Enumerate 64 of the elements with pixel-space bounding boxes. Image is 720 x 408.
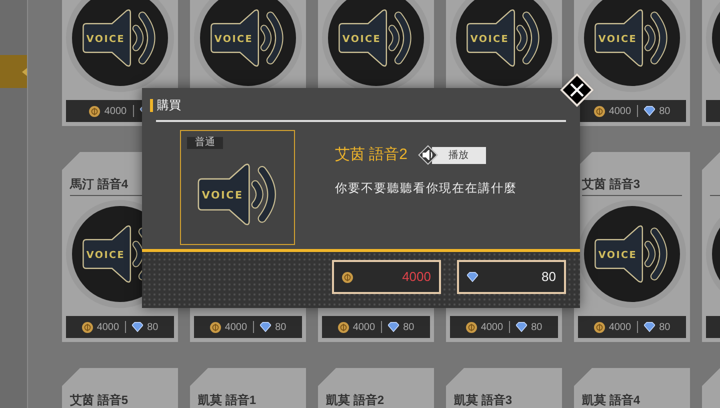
voice-card[interactable]: 凱莫 語音3 bbox=[446, 368, 562, 408]
speaker-icon bbox=[594, 9, 668, 67]
coin-icon bbox=[210, 322, 221, 332]
card-title: 艾茵 語音5 bbox=[70, 392, 128, 408]
voice-label: VOICE bbox=[470, 34, 509, 45]
gem-price: 80 bbox=[275, 320, 286, 334]
voice-card[interactable]: 凱莫 語音1 bbox=[190, 368, 306, 408]
close-icon bbox=[569, 82, 585, 98]
card-title: 凱莫 語音2 bbox=[326, 392, 384, 408]
gem-price: 80 bbox=[531, 320, 542, 334]
price-button[interactable]: 80 bbox=[457, 260, 566, 294]
voice-label: VOICE bbox=[598, 250, 637, 261]
voice-label: VOICE bbox=[214, 34, 253, 45]
gem-icon bbox=[388, 322, 400, 332]
gem-icon bbox=[132, 322, 144, 332]
voice-card[interactable]: 艾茵 語音5 bbox=[62, 368, 178, 408]
voice-card[interactable]: 凱莫 語音4 bbox=[574, 368, 690, 408]
gem-icon bbox=[644, 322, 656, 332]
coin-icon bbox=[342, 272, 353, 282]
coin-price: 4000 bbox=[224, 320, 248, 334]
coin-icon bbox=[89, 106, 100, 116]
coin-price: 4000 bbox=[352, 320, 376, 334]
item-name: 艾茵 語音2 bbox=[335, 145, 408, 165]
card-title: 凱莫 語音1 bbox=[198, 392, 256, 408]
gem-icon bbox=[644, 106, 656, 116]
card-title: 馬汀 語音4 bbox=[70, 176, 128, 193]
voice-label: VOICE bbox=[86, 250, 125, 261]
speaker-icon bbox=[210, 9, 284, 67]
gem-icon bbox=[516, 322, 528, 332]
coin-icon bbox=[338, 322, 349, 332]
coin-price: 4000 bbox=[608, 320, 632, 334]
dialog-title: 購買 bbox=[157, 97, 181, 114]
voice-label: VOICE bbox=[598, 34, 637, 45]
card-title: 艾茵 語音3 bbox=[582, 176, 640, 193]
voice-label: VOICE bbox=[201, 190, 243, 202]
gem-price: 80 bbox=[147, 320, 158, 334]
coin-icon bbox=[594, 322, 605, 332]
gem-price: 80 bbox=[403, 320, 414, 334]
coin-price: 4000 bbox=[96, 320, 120, 334]
voice-label: VOICE bbox=[342, 34, 381, 45]
speaker-icon bbox=[338, 9, 412, 67]
voice-label: VOICE bbox=[86, 34, 125, 45]
voice-card[interactable]: VOICE 4000 80 bbox=[574, 0, 690, 126]
gem-price: 80 bbox=[659, 104, 670, 118]
voice-card[interactable]: 艾茵 語音3 VOICE 4000 80 bbox=[574, 152, 690, 342]
speaker-icon bbox=[82, 9, 156, 67]
coin-icon bbox=[466, 322, 477, 332]
coin-price: 4000 bbox=[104, 104, 127, 118]
coin-icon bbox=[82, 322, 93, 332]
gem-icon bbox=[260, 322, 272, 332]
speaker-icon bbox=[594, 225, 668, 283]
item-description: 你要不要聽聽看你現在在講什麼 bbox=[335, 180, 517, 196]
coin-price: 4000 bbox=[608, 104, 632, 118]
speaker-icon bbox=[466, 9, 540, 67]
speaker-icon bbox=[422, 150, 434, 160]
voice-card[interactable]: 凱莫 語音2 bbox=[318, 368, 434, 408]
gem-price: 80 bbox=[659, 320, 670, 334]
speaker-icon bbox=[197, 164, 276, 226]
coin-icon bbox=[594, 106, 605, 116]
gem-icon bbox=[467, 272, 478, 282]
card-title: 凱莫 語音4 bbox=[582, 392, 640, 408]
rarity-tag: 普通 bbox=[187, 137, 223, 149]
coin-price: 4000 bbox=[480, 320, 504, 334]
card-title: 凱莫 語音3 bbox=[454, 392, 512, 408]
